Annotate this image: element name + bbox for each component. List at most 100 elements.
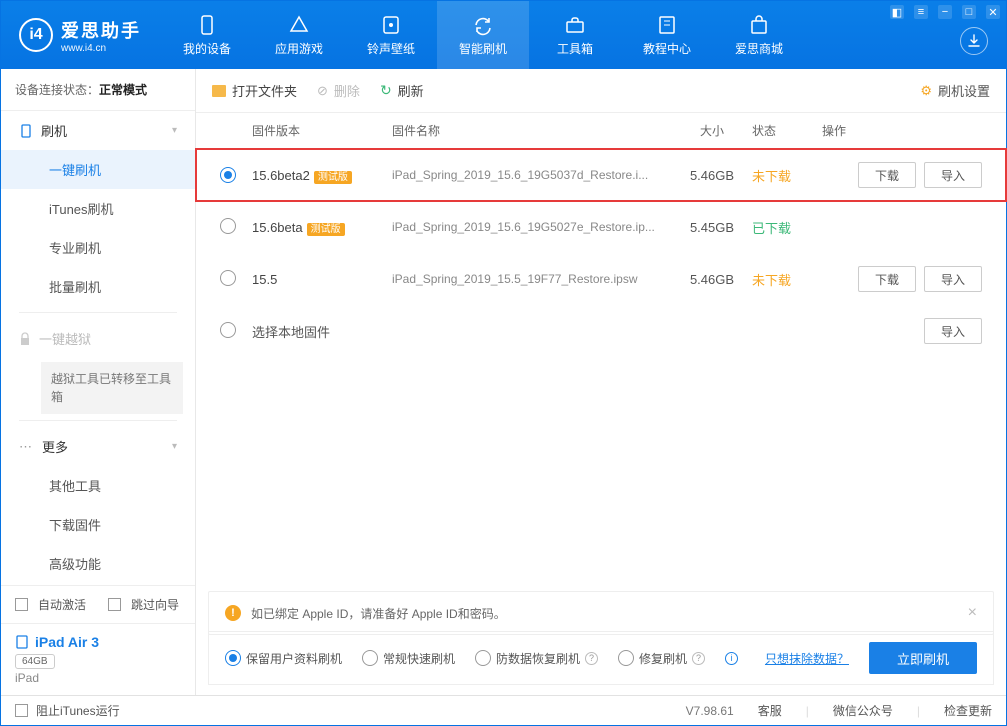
sidebar-item-more-1[interactable]: 下载固件 [1,505,195,544]
firmware-size: 5.45GB [672,220,752,235]
app-name: 爱思助手 [61,17,141,43]
sidebar-item-more-0[interactable]: 其他工具 [1,466,195,505]
import-button[interactable]: 导入 [924,162,982,188]
device-status: 设备连接状态：正常模式 [1,69,195,111]
firmware-status: 未下载 [752,166,822,185]
warning-icon: ! [225,605,241,621]
notice-text: 如已绑定 Apple ID，请准备好 Apple ID和密码。 [251,605,506,622]
support-link[interactable]: 客服 [758,702,782,719]
sidebar-item-flash-3[interactable]: 批量刷机 [1,267,195,306]
firmware-name: iPad_Spring_2019_15.6_19G5027e_Restore.i… [392,220,672,234]
row-radio[interactable] [220,322,236,338]
wechat-link[interactable]: 微信公众号 [833,702,893,719]
nav-refresh[interactable]: 智能刷机 [437,1,529,69]
download-circle-button[interactable] [960,27,988,55]
erase-data-link[interactable]: 只想抹除数据？ [765,650,849,667]
sidebar-item-flash-2[interactable]: 专业刷机 [1,228,195,267]
nav-label: 应用游戏 [275,40,323,57]
info-icon[interactable]: ? [585,652,598,665]
nav-toolbox[interactable]: 工具箱 [529,1,621,69]
more-icon: ⋯ [19,439,34,455]
win-min-icon[interactable]: − [938,5,952,19]
section-title: 刷机 [41,121,67,140]
phone-icon [19,124,33,138]
flash-option-3[interactable]: 修复刷机? [618,650,705,667]
book-icon [656,14,678,36]
chevron-down-icon: ▾ [172,441,177,452]
close-icon[interactable]: × [968,604,977,622]
win-max-icon[interactable]: □ [962,5,976,19]
version-text: 15.5 [252,272,277,287]
row-radio[interactable] [220,167,236,183]
col-name: 固件名称 [392,122,672,139]
win-menu-icon[interactable]: ≡ [914,5,928,19]
music-icon [380,14,402,36]
firmware-row[interactable]: 选择本地固件 导入 [196,305,1006,357]
skip-guide-checkbox[interactable] [108,598,121,611]
download-button[interactable]: 下载 [858,162,916,188]
sidebar-section-flash[interactable]: 刷机 ▾ [1,111,195,150]
import-button[interactable]: 导入 [924,266,982,292]
appleid-notice: ! 如已绑定 Apple ID，请准备好 Apple ID和密码。 × [208,591,994,635]
nav-apps[interactable]: 应用游戏 [253,1,345,69]
nav-label: 铃声壁纸 [367,40,415,57]
sidebar-item-flash-0[interactable]: 一键刷机 [1,150,195,189]
nav-label: 教程中心 [643,40,691,57]
cart-icon [748,14,770,36]
flash-option-1[interactable]: 常规快速刷机 [362,650,455,667]
nav-music[interactable]: 铃声壁纸 [345,1,437,69]
firmware-row[interactable]: 15.6beta测试版 iPad_Spring_2019_15.6_19G502… [196,201,1006,253]
firmware-row[interactable]: 15.6beta2测试版 iPad_Spring_2019_15.6_19G50… [196,149,1006,201]
nav-label: 工具箱 [557,40,593,57]
import-button[interactable]: 导入 [924,318,982,344]
status-label: 设备连接状态： [15,83,99,97]
open-folder-button[interactable]: 打开文件夹 [212,81,297,100]
sidebar-item-flash-1[interactable]: iTunes刷机 [1,189,195,228]
flash-settings-button[interactable]: ⚙刷机设置 [920,81,990,100]
skip-guide-label: 跳过向导 [131,596,179,613]
row-radio[interactable] [220,218,236,234]
sidebar-section-more[interactable]: ⋯ 更多 ▾ [1,427,195,466]
win-skin-icon[interactable]: ◧ [890,5,904,19]
auto-activate-row: 自动激活 跳过向导 [1,586,195,623]
toolbar: 打开文件夹 ⊘删除 ↻刷新 ⚙刷机设置 [196,69,1006,113]
win-close-icon[interactable]: ✕ [986,5,1000,19]
top-nav: 我的设备 应用游戏 铃声壁纸 智能刷机工具箱 教程中心 爱思商城 [161,1,805,69]
row-radio[interactable] [220,270,236,286]
col-status: 状态 [752,122,822,139]
delete-button[interactable]: ⊘删除 [317,81,360,100]
nav-cart[interactable]: 爱思商城 [713,1,805,69]
nav-phone[interactable]: 我的设备 [161,1,253,69]
check-update-link[interactable]: 检查更新 [944,702,992,719]
auto-activate-checkbox[interactable] [15,598,28,611]
table-header: 固件版本 固件名称 大小 状态 操作 [196,113,1006,149]
nav-book[interactable]: 教程中心 [621,1,713,69]
device-type: iPad [15,671,181,685]
sidebar-section-jailbreak: 一键越狱 [1,319,195,358]
option-radio[interactable] [618,650,634,666]
beta-tag: 测试版 [307,223,345,236]
device-block[interactable]: iPad Air 3 64GB iPad [1,623,195,695]
folder-icon [212,85,226,97]
flash-options: 保留用户资料刷机 常规快速刷机 防数据恢复刷机? 修复刷机? i 只想抹除数据？ 立即… [208,631,994,685]
option-radio[interactable] [225,650,241,666]
flash-option-0[interactable]: 保留用户资料刷机 [225,650,342,667]
info-icon[interactable]: i [725,652,738,665]
beta-tag: 测试版 [314,171,352,184]
option-radio[interactable] [475,650,491,666]
download-button[interactable]: 下载 [858,266,916,292]
app-url: www.i4.cn [61,43,141,54]
local-firmware-label: 选择本地固件 [252,322,672,341]
flash-option-2[interactable]: 防数据恢复刷机? [475,650,598,667]
option-radio[interactable] [362,650,378,666]
refresh-button[interactable]: ↻刷新 [380,81,424,100]
nav-label: 我的设备 [183,40,231,57]
info-icon[interactable]: ? [692,652,705,665]
firmware-row[interactable]: 15.5 iPad_Spring_2019_15.5_19F77_Restore… [196,253,1006,305]
firmware-name: iPad_Spring_2019_15.6_19G5037d_Restore.i… [392,168,672,182]
sidebar: 设备连接状态：正常模式 刷机 ▾ 一键刷机iTunes刷机专业刷机批量刷机 一键… [1,69,196,695]
flash-now-button[interactable]: 立即刷机 [869,642,977,674]
sidebar-item-more-2[interactable]: 高级功能 [1,544,195,583]
phone-icon [196,14,218,36]
block-itunes-checkbox[interactable] [15,704,28,717]
